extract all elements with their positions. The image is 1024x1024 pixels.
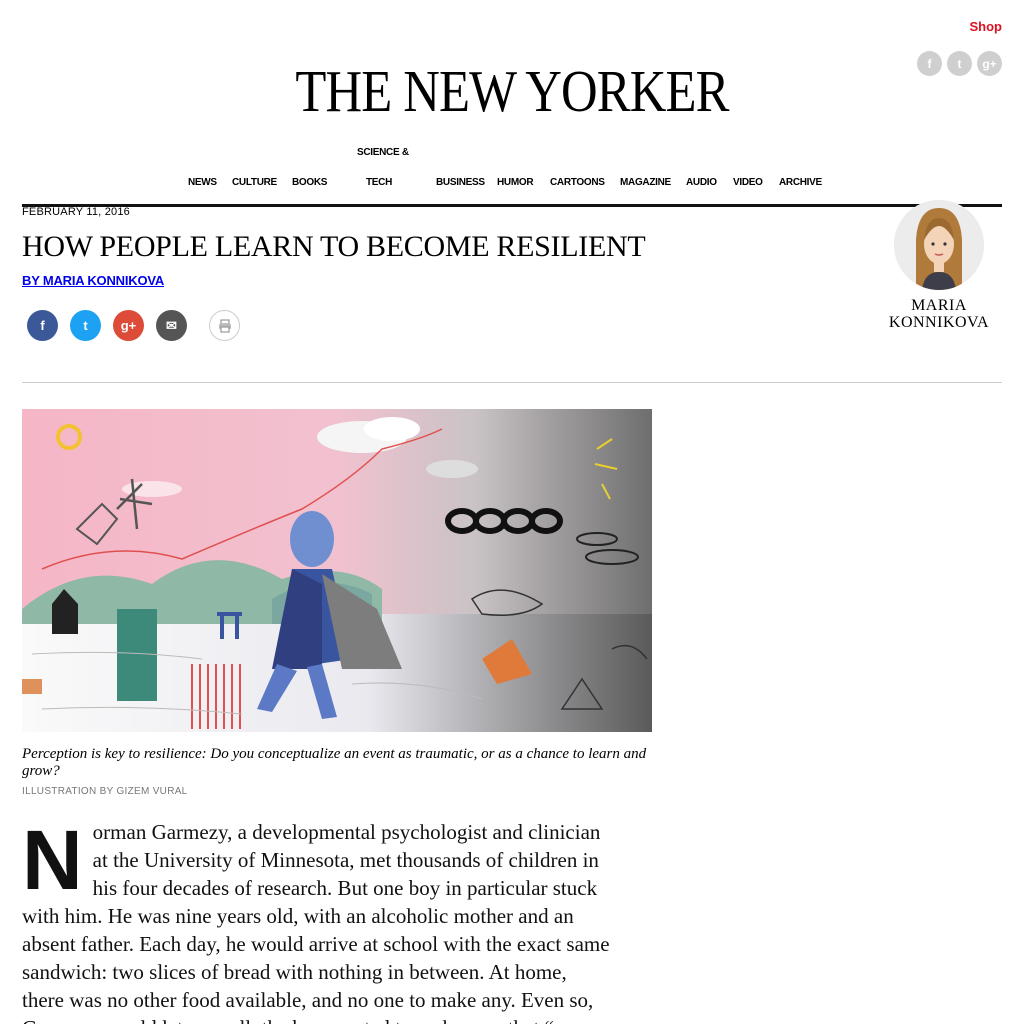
header-divider — [22, 382, 1002, 383]
nav-item-cartoons[interactable]: CARTOONS — [550, 177, 605, 188]
nav-item-books[interactable]: BOOKS — [292, 177, 327, 188]
masthead-logo[interactable]: THE NEW YORKER — [72, 62, 953, 121]
nav-item-science-tech-line1[interactable]: SCIENCE & — [357, 147, 409, 158]
google-plus-share-icon[interactable]: g+ — [113, 310, 144, 341]
author-avatar — [894, 200, 984, 290]
email-share-icon[interactable]: ✉ — [156, 310, 187, 341]
illustration-credit: ILLUSTRATION BY GIZEM VURAL — [22, 786, 188, 797]
nav-item-humor[interactable]: HUMOR — [497, 177, 534, 188]
nav-divider — [22, 204, 1002, 207]
article-body: N orman Garmezy, a developmental psychol… — [22, 818, 612, 1024]
nav-item-news[interactable]: NEWS — [188, 177, 217, 188]
article-headline: HOW PEOPLE LEARN TO BECOME RESILIENT — [22, 230, 646, 263]
author-name-line2: KONNIKOVA — [888, 313, 990, 331]
shop-link[interactable]: Shop — [970, 19, 1003, 34]
nav-item-business[interactable]: BUSINESS — [436, 177, 485, 188]
print-icon[interactable] — [209, 310, 240, 341]
article-paragraph: orman Garmezy, a developmental psycholog… — [22, 820, 610, 1024]
drop-cap: N — [22, 813, 83, 907]
author-name-line1: MARIA — [911, 297, 967, 314]
nav-item-video[interactable]: VIDEO — [733, 177, 763, 188]
share-bar: f t g+ ✉ — [27, 310, 240, 341]
article-date: FEBRUARY 11, 2016 — [22, 206, 130, 218]
nav-item-culture[interactable]: CULTURE — [232, 177, 277, 188]
nav-item-magazine[interactable]: MAGAZINE — [620, 177, 671, 188]
facebook-share-icon[interactable]: f — [27, 310, 58, 341]
article-illustration — [22, 409, 652, 732]
nav-item-archive[interactable]: ARCHIVE — [779, 177, 822, 188]
nav-item-science-tech-line2[interactable]: TECH — [366, 177, 392, 188]
google-plus-icon[interactable]: g+ — [977, 51, 1002, 76]
twitter-share-icon[interactable]: t — [70, 310, 101, 341]
author-card[interactable]: MARIA KONNIKOVA — [878, 200, 1000, 332]
nav-item-audio[interactable]: AUDIO — [686, 177, 717, 188]
article-byline[interactable]: BY MARIA KONNIKOVA — [22, 273, 164, 288]
main-nav: NEWS CULTURE BOOKS SCIENCE & TECH BUSINE… — [0, 143, 1024, 193]
illustration-caption: Perception is key to resilience: Do you … — [22, 746, 647, 779]
